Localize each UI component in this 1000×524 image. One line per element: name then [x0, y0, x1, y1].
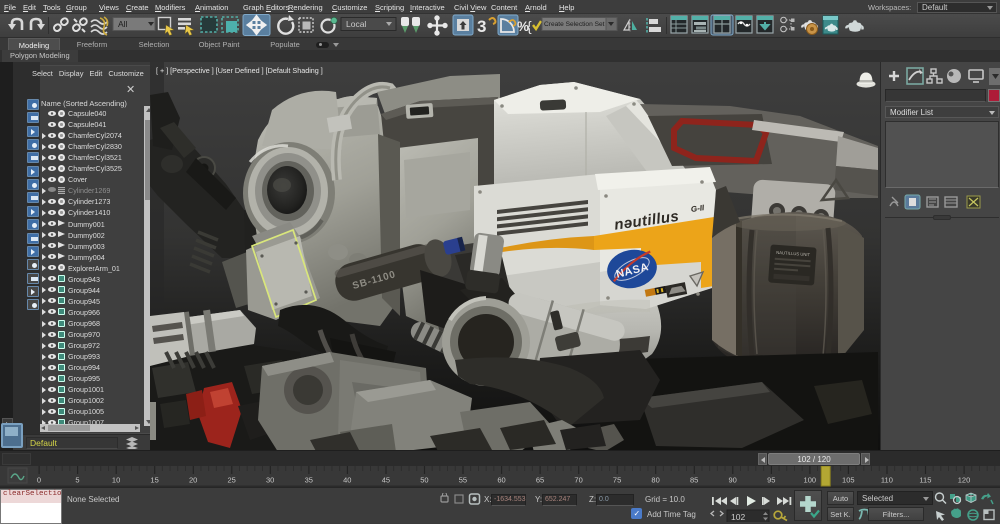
svg-text:3: 3 [477, 17, 486, 36]
svg-text:25: 25 [228, 476, 236, 485]
svg-text:60: 60 [497, 476, 505, 485]
svg-text:15: 15 [150, 476, 158, 485]
svg-text:80: 80 [651, 476, 659, 485]
svg-text:20: 20 [189, 476, 197, 485]
svg-text:102: 102 [731, 512, 745, 522]
svg-text:45: 45 [382, 476, 390, 485]
svg-text:100: 100 [804, 476, 817, 485]
svg-text:All: All [118, 19, 128, 29]
svg-text:120: 120 [958, 476, 971, 485]
svg-text:90: 90 [729, 476, 737, 485]
svg-text:55: 55 [459, 476, 467, 485]
svg-text:40: 40 [343, 476, 351, 485]
svg-text:95: 95 [767, 476, 775, 485]
svg-text:70: 70 [574, 476, 582, 485]
svg-text:50: 50 [420, 476, 428, 485]
svg-text:{: { [527, 18, 532, 34]
svg-text:[ + ] [Perspective ] [User Def: [ + ] [Perspective ] [User Defined ] [De… [156, 66, 323, 75]
svg-text:10: 10 [112, 476, 120, 485]
svg-text:0: 0 [37, 476, 41, 485]
svg-text:115: 115 [919, 476, 931, 485]
svg-text:Create Selection Set: Create Selection Set [544, 21, 605, 28]
svg-text:35: 35 [305, 476, 313, 485]
svg-text:75: 75 [613, 476, 621, 485]
svg-text:110: 110 [881, 476, 893, 485]
svg-text:105: 105 [842, 476, 855, 485]
svg-text:5: 5 [75, 476, 79, 485]
svg-text:65: 65 [536, 476, 544, 485]
svg-text:85: 85 [690, 476, 698, 485]
svg-text:Local: Local [346, 19, 366, 29]
svg-text:30: 30 [266, 476, 274, 485]
